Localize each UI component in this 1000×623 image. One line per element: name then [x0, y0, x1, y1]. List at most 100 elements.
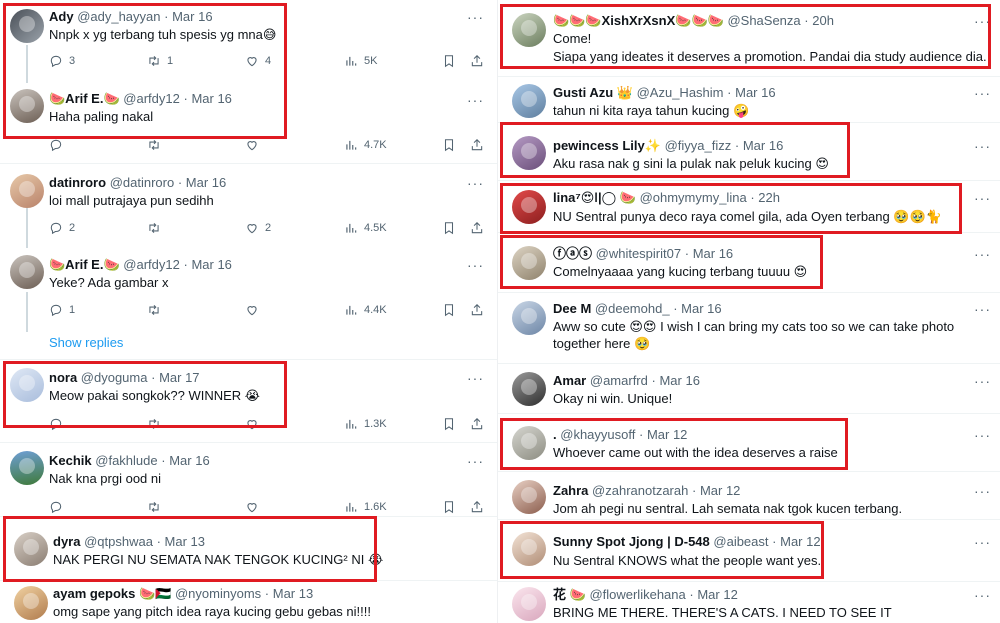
share-button[interactable] [470, 52, 484, 70]
retweet-button[interactable] [147, 415, 161, 433]
views-button[interactable]: 5K [344, 52, 377, 70]
more-options-icon[interactable]: ··· [974, 428, 991, 442]
tweet-date[interactable]: Mar 16 [191, 91, 231, 106]
avatar[interactable] [10, 368, 44, 402]
tweet-date[interactable]: 22h [758, 190, 780, 205]
more-options-icon[interactable]: ··· [467, 454, 484, 468]
author-name[interactable]: 🍉Arif E.🍉 [49, 257, 120, 272]
tweet-khayyusoff[interactable]: . @khayyusoff · Mar 12 ··· Whoever came … [498, 414, 1000, 470]
more-options-icon[interactable]: ··· [974, 374, 991, 388]
author-name[interactable]: ayam gepoks 🍉🇵🇸 [53, 586, 171, 601]
avatar[interactable] [512, 84, 546, 118]
author-handle[interactable]: @dyoguma [81, 370, 148, 385]
bookmark-button[interactable] [442, 136, 456, 154]
tweet-kechik[interactable]: Kechik @fakhlude · Mar 16 ··· Nak kna pr… [0, 443, 497, 515]
retweet-button[interactable]: 1 [147, 52, 173, 70]
like-button[interactable] [245, 498, 259, 516]
like-button[interactable] [245, 415, 259, 433]
avatar[interactable] [10, 9, 44, 43]
author-handle[interactable]: @ohmymymy_lina [640, 190, 747, 205]
author-handle[interactable]: @nyominyoms [175, 586, 261, 601]
bookmark-button[interactable] [442, 498, 456, 516]
bookmark-button[interactable] [442, 415, 456, 433]
author-handle[interactable]: @qtpshwaa [84, 534, 153, 549]
author-name[interactable]: Kechik [49, 453, 92, 468]
avatar[interactable] [512, 372, 546, 406]
tweet-datinroro[interactable]: datinroro @datinroro · Mar 16 ··· loi ma… [0, 164, 497, 246]
tweet-fas[interactable]: ⓕⓐⓢ @whitespirit07 · Mar 16 ··· Comelnya… [498, 233, 1000, 293]
author-handle[interactable]: @ShaSenza [727, 13, 800, 28]
author-handle[interactable]: @khayyusoff [560, 427, 635, 442]
views-button[interactable]: 4.7K [344, 136, 387, 154]
author-name[interactable]: Zahra [553, 483, 588, 498]
author-handle[interactable]: @arfdy12 [123, 257, 180, 272]
reply-button[interactable]: 3 [49, 52, 75, 70]
author-handle[interactable]: @aibeast [713, 534, 768, 549]
reply-button[interactable] [49, 136, 63, 154]
tweet-pewincess-lily[interactable]: pewincess Lily✨ @fiyya_fizz · Mar 16 ···… [498, 123, 1000, 179]
author-handle[interactable]: @deemohd_ [595, 301, 670, 316]
author-handle[interactable]: @arfdy12 [123, 91, 180, 106]
retweet-button[interactable] [147, 498, 161, 516]
avatar[interactable] [512, 480, 546, 514]
author-handle[interactable]: @Azu_Hashim [637, 85, 724, 100]
more-options-icon[interactable]: ··· [974, 247, 991, 261]
avatar[interactable] [14, 532, 48, 566]
avatar[interactable] [512, 301, 546, 335]
tweet-nora[interactable]: nora @dyoguma · Mar 17 ··· Meow pakai so… [0, 360, 497, 442]
author-handle[interactable]: @zahranotzarah [592, 483, 688, 498]
more-options-icon[interactable]: ··· [974, 139, 991, 153]
reply-button[interactable] [49, 415, 63, 433]
bookmark-button[interactable] [442, 219, 456, 237]
more-options-icon[interactable]: ··· [467, 93, 484, 107]
avatar[interactable] [512, 136, 546, 170]
views-button[interactable]: 1.3K [344, 415, 387, 433]
author-handle[interactable]: @amarfrd [590, 373, 648, 388]
tweet-date[interactable]: Mar 16 [191, 257, 231, 272]
author-name[interactable]: 花 🍉 [553, 587, 586, 602]
views-button[interactable]: 1.6K [344, 498, 387, 516]
avatar[interactable] [10, 451, 44, 485]
tweet-date[interactable]: Mar 16 [735, 85, 775, 100]
retweet-button[interactable] [147, 301, 161, 319]
tweet-ady[interactable]: Ady @ady_hayyan · Mar 16 ··· Nnpk x yg t… [0, 0, 497, 80]
more-options-icon[interactable]: ··· [974, 302, 991, 316]
tweet-date[interactable]: Mar 16 [693, 246, 733, 261]
reply-button[interactable]: 2 [49, 219, 75, 237]
tweet-date[interactable]: Mar 16 [186, 175, 226, 190]
author-name[interactable]: Sunny Spot Jjong | D-548 [553, 534, 710, 549]
show-replies-link[interactable]: Show replies [49, 335, 123, 350]
tweet-date[interactable]: Mar 12 [700, 483, 740, 498]
more-options-icon[interactable]: ··· [974, 535, 991, 549]
author-handle[interactable]: @datinroro [110, 175, 175, 190]
more-options-icon[interactable]: ··· [974, 588, 991, 602]
tweet-date[interactable]: Mar 16 [681, 301, 721, 316]
retweet-button[interactable] [147, 136, 161, 154]
reply-button[interactable] [49, 498, 63, 516]
tweet-dee-m[interactable]: Dee M @deemohd_ · Mar 16 ··· Aww so cute… [498, 293, 1000, 361]
like-button[interactable] [245, 301, 259, 319]
author-handle[interactable]: @flowerlikehana [589, 587, 685, 602]
author-name[interactable]: dyra [53, 534, 80, 549]
avatar[interactable] [10, 255, 44, 289]
retweet-button[interactable] [147, 219, 161, 237]
avatar[interactable] [10, 174, 44, 208]
share-button[interactable] [470, 498, 484, 516]
tweet-date[interactable]: Mar 16 [169, 453, 209, 468]
author-name[interactable]: Amar [553, 373, 586, 388]
like-button[interactable]: 4 [245, 52, 271, 70]
tweet-date[interactable]: Mar 16 [743, 138, 783, 153]
author-handle[interactable]: @whitespirit07 [596, 246, 681, 261]
tweet-lina[interactable]: lina⁷😍ǀ|◯ 🍉 @ohmymymy_lina · 22h ··· NU … [498, 181, 1000, 231]
tweet-date[interactable]: Mar 16 [659, 373, 699, 388]
author-name[interactable]: nora [49, 370, 77, 385]
like-button[interactable] [245, 136, 259, 154]
author-handle[interactable]: @ady_hayyan [77, 9, 160, 24]
avatar[interactable] [512, 246, 546, 280]
avatar[interactable] [512, 190, 546, 224]
avatar[interactable] [512, 13, 546, 47]
tweet-amar[interactable]: Amar @amarfrd · Mar 16 ··· Okay ni win. … [498, 364, 1000, 412]
author-name[interactable]: ⓕⓐⓢ [553, 246, 592, 261]
tweet-date[interactable]: Mar 12 [647, 427, 687, 442]
avatar[interactable] [512, 587, 546, 621]
